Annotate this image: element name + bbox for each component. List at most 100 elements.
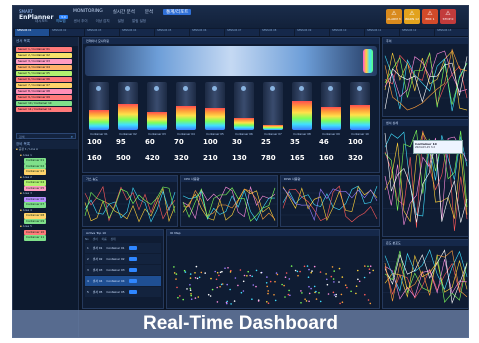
sensor-list-item[interactable]: Sensor 5 / Container 05 bbox=[16, 71, 72, 76]
tree-item[interactable]: Container 11 bbox=[16, 235, 76, 241]
sensor-tab[interactable]: SENSOR 07 bbox=[225, 29, 259, 36]
container-gauge[interactable] bbox=[118, 82, 138, 130]
scatter-point bbox=[369, 302, 372, 305]
menu-monitoring[interactable]: MONITORING bbox=[73, 9, 103, 15]
sensor-list-item[interactable]: Sensor 2 / Container 02 bbox=[16, 53, 72, 58]
submenu-item[interactable]: 센서 추이 bbox=[74, 19, 88, 24]
sensor-list-item[interactable]: Sensor 10 / Container 10 bbox=[16, 101, 72, 106]
sensor-list-item[interactable]: Sensor 8 / Container 08 bbox=[16, 89, 72, 94]
sensor-tab[interactable]: SENSOR 12 bbox=[400, 29, 434, 36]
scatter-point bbox=[326, 283, 329, 286]
search-label: 검색 bbox=[19, 135, 25, 139]
tree-label: Area 1 bbox=[22, 152, 32, 157]
scatter-point bbox=[287, 293, 290, 296]
dashboard-window: SMART EnPlanner 3.0 MONITORING 실시간 분석 분석… bbox=[12, 5, 469, 338]
sensor-tab[interactable]: SENSOR 03 bbox=[85, 29, 119, 36]
scatter-point bbox=[367, 299, 370, 301]
scatter-point bbox=[301, 292, 303, 294]
scatter-point bbox=[173, 266, 175, 268]
submenu-item[interactable]: 설정 bbox=[118, 19, 124, 24]
sensor-list-item[interactable]: Sensor 4 / Container 04 bbox=[16, 65, 72, 70]
status-badge bbox=[128, 246, 137, 250]
sensor-tab[interactable]: SENSOR 01 bbox=[15, 29, 49, 36]
container-value-primary: 60 bbox=[145, 138, 155, 146]
sub-menu: 대시보드 히트맵 센서 추이 이상 감지 설정 알림 설정 bbox=[35, 19, 146, 24]
table-row[interactable]: 2 센서 02 Container 02 bbox=[85, 254, 161, 264]
sensor-tab[interactable]: SENSOR 11 bbox=[365, 29, 399, 36]
gauge-level bbox=[292, 101, 312, 130]
row-sensor: 센서 05 bbox=[92, 290, 103, 294]
table-row[interactable]: 1 센서 01 Container 01 bbox=[85, 243, 161, 253]
table-row[interactable]: 3 센서 03 Container 03 bbox=[85, 265, 161, 275]
trend-chart bbox=[383, 48, 468, 112]
alarm-label: STOP bbox=[442, 17, 451, 21]
scatter-point bbox=[189, 289, 192, 291]
sensor-list-item[interactable]: Sensor 1 / Container 01 bbox=[16, 47, 72, 52]
sensor-tab[interactable]: SENSOR 08 bbox=[260, 29, 294, 36]
distribution-panel: 온도 분포도 bbox=[382, 239, 468, 309]
sensor-list-item[interactable]: Sensor 9 / Container 09 bbox=[16, 95, 72, 100]
scatter-point bbox=[284, 296, 286, 298]
submenu-item[interactable]: 대시보드 bbox=[35, 19, 48, 24]
menu-realtime[interactable]: 실시간 분석 bbox=[113, 9, 135, 15]
scatter-point bbox=[189, 287, 192, 290]
tree-tag: Container 08 bbox=[24, 213, 47, 219]
container-gauge[interactable] bbox=[321, 82, 341, 130]
list-column-header[interactable]: No bbox=[85, 237, 89, 241]
sensor-tab[interactable]: SENSOR 10 bbox=[330, 29, 364, 36]
scatter-point bbox=[210, 277, 212, 280]
sensor-list-item[interactable]: Sensor 6 / Container 06 bbox=[16, 77, 72, 82]
table-row[interactable]: 5 센서 05 Container 05 bbox=[85, 287, 161, 297]
alarm-badge[interactable]: ⚠ ERR 1 bbox=[422, 9, 438, 24]
scatter-point bbox=[307, 276, 310, 278]
sensor-tab[interactable]: SENSOR 09 bbox=[295, 29, 329, 36]
scatter-point bbox=[266, 301, 268, 303]
scatter-point bbox=[308, 300, 310, 303]
scatter-point bbox=[368, 268, 371, 270]
scatter-point bbox=[242, 290, 245, 292]
alarm-badge[interactable]: ⚠ STOP 0 bbox=[440, 9, 456, 24]
container-gauge[interactable] bbox=[234, 82, 254, 130]
sensor-list-item[interactable]: Sensor 7 / Container 07 bbox=[16, 83, 72, 88]
scatter-point bbox=[251, 275, 253, 278]
disk-chart bbox=[281, 185, 379, 223]
alarm-badge[interactable]: ⚠ ALARM 3 bbox=[386, 9, 402, 24]
list-column-header[interactable]: 이름 bbox=[102, 237, 107, 241]
container-gauge[interactable] bbox=[292, 82, 312, 130]
status-badge bbox=[128, 279, 137, 283]
scatter-point bbox=[313, 265, 316, 268]
submenu-item[interactable]: 알림 설정 bbox=[132, 19, 146, 24]
scatter-point bbox=[355, 292, 357, 295]
search-icon[interactable]: ⌕ bbox=[71, 134, 73, 139]
sensor-list-item[interactable]: Sensor 11 / Container 11 bbox=[16, 107, 72, 112]
container-gauge[interactable] bbox=[89, 82, 109, 130]
sensor-tab[interactable]: SENSOR 05 bbox=[155, 29, 189, 36]
container-value-secondary: 165 bbox=[290, 154, 305, 162]
scatter-point bbox=[344, 284, 347, 286]
list-column-header[interactable]: 센서 bbox=[93, 237, 98, 241]
container-gauge[interactable] bbox=[263, 82, 283, 130]
container-gauge[interactable] bbox=[205, 82, 225, 130]
alarm-badge[interactable]: ⚠ WARN 12 bbox=[404, 9, 420, 24]
gauge-level bbox=[321, 106, 341, 130]
container-gauge[interactable] bbox=[176, 82, 196, 130]
search-input[interactable]: 검색 ⌕ bbox=[16, 133, 76, 139]
menu-report[interactable]: 통계/리포트 bbox=[163, 9, 192, 15]
list-column-header[interactable]: 상태 bbox=[111, 237, 116, 241]
menu-analysis[interactable]: 분석 bbox=[145, 9, 153, 15]
submenu-item[interactable]: 히트맵 bbox=[56, 19, 66, 24]
scatter-point bbox=[265, 282, 268, 284]
container-gauge[interactable] bbox=[147, 82, 167, 130]
sensor-tab[interactable]: SENSOR 06 bbox=[190, 29, 224, 36]
gauge-level bbox=[350, 105, 370, 130]
cpu-chart bbox=[181, 185, 277, 222]
sensor-tab[interactable]: SENSOR 02 bbox=[50, 29, 84, 36]
scatter-point bbox=[220, 283, 223, 286]
sensor-list-header: 센서 목록 bbox=[13, 37, 78, 46]
sensor-list-item[interactable]: Sensor 3 / Container 03 bbox=[16, 59, 72, 64]
submenu-item[interactable]: 이상 감지 bbox=[96, 19, 110, 24]
container-gauge[interactable] bbox=[350, 82, 370, 130]
sensor-tab[interactable]: SENSOR 13 bbox=[435, 29, 468, 36]
sensor-tab[interactable]: SENSOR 04 bbox=[120, 29, 154, 36]
table-row[interactable]: 4 센서 04 Container 04 bbox=[85, 276, 161, 286]
